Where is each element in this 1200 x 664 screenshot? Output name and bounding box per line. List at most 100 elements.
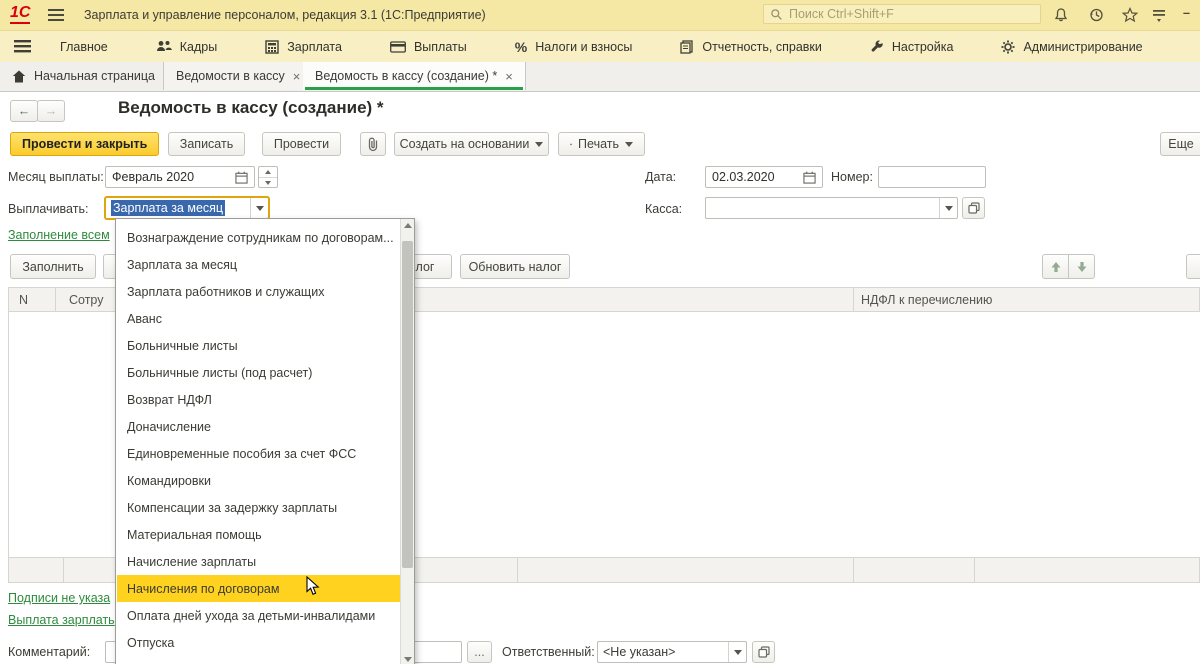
dropdown-item[interactable]: Зарплата за месяц [117, 251, 401, 278]
date-field[interactable]: 02.03.2020 [705, 166, 823, 188]
dropdown-item[interactable]: Отпуска (под расчет) [117, 656, 401, 664]
dropdown-item[interactable]: Больничные листы (под расчет) [117, 359, 401, 386]
footer-divider [63, 558, 64, 582]
back-button[interactable]: ← [10, 100, 38, 122]
menu-staff-label: Кадры [179, 39, 218, 54]
1c-logo: 1С [10, 4, 31, 24]
attachments-button[interactable] [360, 132, 386, 156]
tab-sheet-create[interactable]: Ведомость в кассу (создание) * × [303, 62, 526, 90]
card-icon [390, 40, 406, 53]
dropdown-scrollbar[interactable] [400, 219, 414, 664]
dropdown-item-highlighted[interactable]: Начисления по договорам [117, 575, 401, 602]
tab-home-label: Начальная страница [34, 69, 155, 83]
dropdown-item[interactable]: Командировки [117, 467, 401, 494]
home-icon [12, 70, 26, 82]
dropdown-item[interactable]: Оплата дней ухода за детьми-инвалидами [117, 602, 401, 629]
payout-link[interactable]: Выплата зарплать [8, 613, 115, 627]
fill-table-button[interactable]: Заполнить [10, 254, 96, 279]
dropdown-item[interactable]: Начисление зарплаты [117, 548, 401, 575]
month-field[interactable]: Февраль 2020 [105, 166, 255, 188]
cashbox-combo[interactable] [705, 197, 958, 219]
dropdown-item[interactable]: Компенсации за задержку зарплаты [117, 494, 401, 521]
col-employee[interactable]: Сотру [69, 293, 104, 307]
menu-payouts[interactable]: Выплаты [375, 31, 482, 62]
menu-staff[interactable]: Кадры [141, 31, 232, 62]
create-based-on-button[interactable]: Создать на основании [394, 132, 549, 156]
menu-main[interactable]: Главное [45, 31, 123, 62]
dropdown-item[interactable]: Вознаграждение сотрудникам по договорам.… [117, 224, 401, 251]
search-icon [771, 8, 782, 20]
menu-taxes-label: Налоги и взносы [535, 39, 633, 54]
cashbox-dropdown-arrow[interactable] [939, 198, 957, 218]
tab-bar: Начальная страница Ведомости в кассу × В… [0, 62, 1200, 92]
wrench-icon [871, 40, 883, 52]
more-label: Еще [1168, 137, 1194, 151]
scroll-up-icon[interactable] [401, 223, 414, 228]
favorites-star-icon[interactable] [1121, 6, 1139, 24]
responsible-combo[interactable]: <Не указан> [597, 641, 747, 663]
stepper-down-icon[interactable] [259, 178, 277, 188]
calendar-icon[interactable] [235, 171, 248, 184]
responsible-open-button[interactable] [752, 641, 775, 663]
chevron-down-icon [535, 141, 544, 147]
post-and-close-button[interactable]: Провести и закрыть [10, 132, 160, 156]
tab-sheet-list[interactable]: Ведомости в кассу × [163, 62, 314, 90]
cashbox-open-button[interactable] [962, 197, 985, 219]
comment-more-button[interactable]: ... [467, 641, 492, 663]
dropdown-item[interactable]: Зарплата работников и служащих [117, 278, 401, 305]
save-button[interactable]: Записать [168, 132, 245, 156]
tab-close-icon[interactable]: × [293, 69, 301, 84]
calendar-icon[interactable] [803, 171, 816, 184]
dropdown-item[interactable]: Отпуска [117, 629, 401, 656]
dropdown-item[interactable]: Возврат НДФЛ [117, 386, 401, 413]
menu-administration[interactable]: Администрирование [986, 31, 1157, 62]
scrollbar-thumb[interactable] [402, 241, 413, 568]
signatures-link[interactable]: Подписи не указа [8, 591, 110, 605]
month-value: Февраль 2020 [112, 170, 195, 184]
footer-divider [517, 558, 518, 582]
update-tax-button[interactable]: Обновить налог [460, 254, 570, 279]
tab-close-icon[interactable]: × [505, 69, 513, 84]
tab-sheet-create-label: Ведомость в кассу (создание) * [315, 69, 498, 83]
scroll-down-icon[interactable] [401, 653, 414, 664]
row-down-button[interactable] [1068, 254, 1095, 279]
tab-home[interactable]: Начальная страница [0, 62, 167, 90]
menu-reports[interactable]: Отчетность, справки [665, 31, 837, 62]
responsible-dropdown-arrow[interactable] [728, 642, 746, 662]
service-menu-icon[interactable] [1150, 6, 1168, 24]
sections-panel-icon[interactable] [0, 31, 45, 62]
dropdown-item[interactable]: Больничные листы [117, 332, 401, 359]
global-search-input[interactable]: Поиск Ctrl+Shift+F [763, 4, 1041, 24]
pay-type-value: Зарплата за месяц [111, 200, 226, 216]
menu-settings[interactable]: Настройка [855, 31, 969, 62]
pay-type-label: Выплачивать: [8, 202, 89, 216]
print-button[interactable]: Печать [558, 132, 645, 156]
pay-type-dropdown-arrow[interactable] [250, 198, 268, 218]
col-n[interactable]: N [19, 293, 28, 307]
dropdown-item[interactable]: Доначисление [117, 413, 401, 440]
print-label: Печать [578, 137, 619, 151]
minimize-button[interactable]: – [1183, 6, 1200, 24]
dropdown-item[interactable]: Единовременные пособия за счет ФСС [117, 440, 401, 467]
stepper-up-icon[interactable] [259, 167, 277, 178]
arrow-down-icon [1077, 261, 1086, 272]
dropdown-item[interactable]: Аванс [117, 305, 401, 332]
mouse-cursor-icon [306, 576, 320, 596]
dropdown-item[interactable]: Материальная помощь [117, 521, 401, 548]
forward-button[interactable]: → [37, 100, 65, 122]
fill-all-link[interactable]: Заполнение всем [8, 228, 110, 242]
month-stepper[interactable] [258, 166, 278, 188]
table-more-button-partial[interactable] [1186, 254, 1200, 279]
main-menu-icon[interactable] [48, 9, 64, 21]
menu-taxes[interactable]: % Налоги и взносы [500, 31, 648, 62]
col-ndfl[interactable]: НДФЛ к перечислению [861, 293, 992, 307]
row-up-button[interactable] [1042, 254, 1069, 279]
history-icon[interactable] [1087, 6, 1105, 24]
post-button[interactable]: Провести [262, 132, 341, 156]
number-field[interactable] [878, 166, 986, 188]
more-button[interactable]: Еще [1160, 132, 1200, 156]
menu-salary[interactable]: Зарплата [250, 31, 357, 62]
notifications-bell-icon[interactable] [1052, 6, 1070, 24]
sections-menu: Главное Кадры Зарплата Выплаты % Налоги … [0, 31, 1200, 62]
pay-type-combo[interactable]: Зарплата за месяц [105, 197, 269, 219]
